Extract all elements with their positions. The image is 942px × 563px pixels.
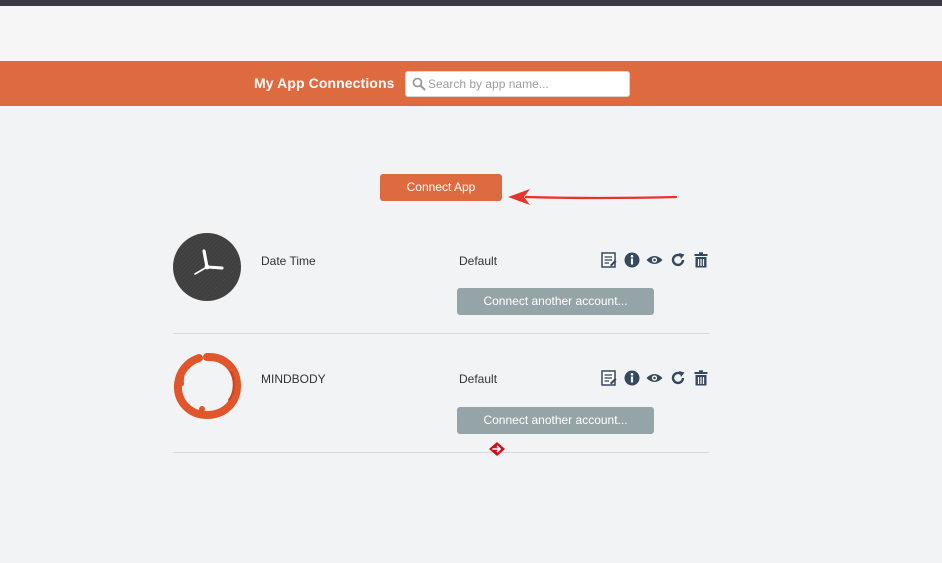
row-actions (600, 369, 709, 386)
top-blank-area (0, 6, 942, 61)
mindbody-app-icon (174, 353, 241, 420)
refresh-icon[interactable] (669, 369, 686, 386)
info-icon[interactable] (623, 251, 640, 268)
connect-another-account-button[interactable]: Connect another account... (457, 407, 654, 434)
app-name: MINDBODY (261, 372, 326, 386)
search-box[interactable] (405, 71, 630, 97)
header-bar: My App Connections (0, 61, 942, 106)
info-icon[interactable] (623, 369, 640, 386)
row-actions (600, 251, 709, 268)
connect-app-button[interactable]: Connect App (380, 174, 502, 201)
trash-icon[interactable] (692, 251, 709, 268)
edit-icon[interactable] (600, 251, 617, 268)
connect-another-account-button[interactable]: Connect another account... (457, 288, 654, 315)
connection-row: Date Time Default Connect another accoun… (173, 215, 709, 334)
refresh-icon[interactable] (669, 251, 686, 268)
eye-icon[interactable] (646, 369, 663, 386)
clock-app-icon (173, 233, 241, 301)
trash-icon[interactable] (692, 369, 709, 386)
connection-row: MINDBODY Default Connect another account… (173, 334, 709, 453)
eye-icon[interactable] (646, 251, 663, 268)
search-icon (412, 77, 426, 91)
connection-profile: Default (459, 254, 498, 268)
search-input[interactable] (428, 73, 626, 95)
red-arrow-icon (508, 189, 678, 205)
app-name: Date Time (261, 254, 316, 268)
connection-profile: Default (459, 372, 498, 386)
page-title: My App Connections (254, 75, 395, 91)
edit-icon[interactable] (600, 369, 617, 386)
cursor-marker-icon (489, 442, 505, 456)
